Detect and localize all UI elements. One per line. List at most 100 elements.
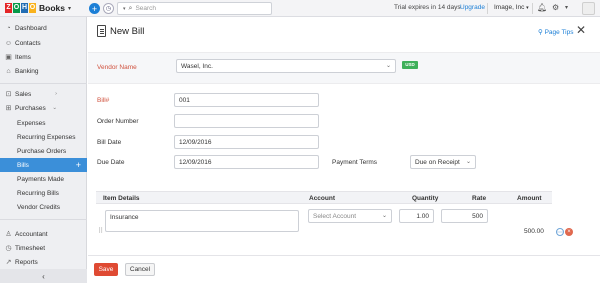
sidebar-item-label: Items [15,53,31,61]
sidebar-item-vendor-credits[interactable]: Vendor Credits [0,200,87,214]
divider [532,3,533,14]
sidebar-item-payments-made[interactable]: Payments Made [0,172,87,186]
item-details-input[interactable]: Insurance [105,210,299,232]
lightbulb-icon: ⚲ [538,29,543,36]
due-date-input[interactable]: 12/09/2016 [174,155,319,169]
chevron-down-icon: ⌄ [381,213,387,219]
logo-letter: O [29,3,36,13]
chevron-down-icon: ⌄ [465,159,471,165]
sidebar-item-items[interactable]: ▣ Items [0,50,87,64]
sidebar-item-accountant[interactable]: ♙ Accountant [0,227,87,241]
sidebar-item-dashboard[interactable]: ◔ Dashboard [0,21,87,35]
bill-document-icon [97,25,106,37]
chevron-down-icon[interactable]: ▾ [123,6,126,12]
cancel-button[interactable]: Cancel [125,263,155,276]
page-tips-link[interactable]: ⚲ Page Tips [538,28,574,36]
sidebar-item-label: Accountant [15,230,48,238]
sidebar-item-banking[interactable]: ⌂ Banking [0,64,87,78]
due-date-label: Due Date [97,159,125,166]
vendor-name-label: Vendor Name [97,64,137,71]
timesheet-icon: ◷ [5,245,12,252]
bill-date-label: Bill Date [97,139,122,146]
sidebar-item-expenses[interactable]: Expenses [0,116,87,130]
drag-handle-icon[interactable]: ⠿ [98,227,103,235]
rate-input[interactable]: 500 [441,209,488,223]
app-logo[interactable]: Z O H O Books ▾ [5,3,71,13]
bill-number-input[interactable]: 001 [174,93,319,107]
sidebar-item-purchase-orders[interactable]: Purchase Orders [0,144,87,158]
account-placeholder: Select Account [313,213,356,220]
accountant-icon: ♙ [5,231,12,238]
search-icon: ⌕ [128,4,133,12]
quantity-input[interactable]: 1.00 [399,209,434,223]
quantity-value: 1.00 [416,213,429,220]
sidebar-item-reports[interactable]: ↗ Reports [0,255,87,269]
sales-icon: ⊡ [5,91,12,98]
sidebar: ◔ Dashboard ☺ Contacts ▣ Items ⌂ Banking ⊡ Sa… [0,17,87,283]
add-icon[interactable]: + [89,3,100,14]
sidebar-item-label: Banking [15,67,39,75]
vendor-name-select[interactable]: Wasel, Inc. ⌄ [176,59,396,73]
save-button[interactable]: Save [94,263,118,276]
sidebar-item-sales[interactable]: ⊡ Sales › [0,87,87,101]
column-header-item-details: Item Details [103,195,140,202]
payment-terms-value: Due on Receipt [415,159,460,166]
form-footer: Save Cancel [88,255,600,283]
logo-letter: H [21,3,28,13]
add-bill-icon[interactable]: + [76,160,81,170]
logo-letter: Z [5,3,12,13]
gear-icon[interactable]: ⚙ [552,3,559,12]
avatar[interactable] [582,2,595,15]
payment-terms-select[interactable]: Due on Receipt ⌄ [410,155,476,169]
divider [0,219,87,220]
order-number-input[interactable] [174,114,319,128]
page-tips-label: Page Tips [544,29,574,36]
payment-terms-label: Payment Terms [332,159,378,166]
bill-date-input[interactable]: 12/09/2016 [174,135,319,149]
chevron-down-icon: ▾ [67,5,71,12]
sidebar-item-label: Timesheet [15,244,46,252]
sidebar-item-label: Bills [17,161,29,169]
notification-bell-icon[interactable]: 🔔︎ [537,3,547,12]
upgrade-link[interactable]: Upgrade [460,4,485,11]
sidebar-item-label: Sales [15,90,32,98]
close-icon[interactable]: ✕ [576,23,586,37]
items-icon: ▣ [5,54,12,61]
logo-letter: O [13,3,20,13]
history-icon[interactable]: ◷ [103,3,114,14]
org-name: Image, Inc [494,4,525,11]
due-date-value: 12/09/2016 [179,159,212,166]
column-header-account: Account [309,195,335,202]
currency-badge: USD [402,61,418,69]
rate-value: 500 [472,213,483,220]
sidebar-item-label: Contacts [15,39,41,47]
reports-icon: ↗ [5,259,12,266]
sidebar-item-contacts[interactable]: ☺ Contacts [0,36,87,50]
page-title: New Bill [110,26,145,37]
column-header-rate: Rate [472,195,487,202]
sidebar-item-label: Payments Made [17,175,64,183]
sidebar-item-bills[interactable]: Bills + [0,158,87,172]
sidebar-item-label: Purchase Orders [17,147,67,155]
sidebar-item-recurring-expenses[interactable]: Recurring Expenses [0,130,87,144]
bill-date-value: 12/09/2016 [179,139,212,146]
sidebar-item-purchases[interactable]: ⊞ Purchases ⌄ [0,101,87,115]
bill-number-label: Bill# [97,97,110,104]
remove-row-icon[interactable]: × [565,228,573,236]
sidebar-item-recurring-bills[interactable]: Recurring Bills [0,186,87,200]
collapse-sidebar-button[interactable]: ‹ [0,269,87,283]
column-header-amount: Amount [517,195,542,202]
bill-number-value: 001 [179,97,190,104]
purchases-icon: ⊞ [5,105,12,112]
org-switcher[interactable]: Image, Inc ▾ [494,4,529,11]
vendor-name-value: Wasel, Inc. [181,63,213,70]
search-input[interactable]: ▾ ⌕ Search [117,2,272,15]
account-select[interactable]: Select Account ⌄ [308,209,392,223]
chevron-down-icon[interactable]: ▾ [565,4,568,11]
banking-icon: ⌂ [6,67,11,75]
row-options-icon[interactable]: ⋯ [556,228,564,236]
sidebar-item-timesheet[interactable]: ◷ Timesheet [0,241,87,255]
vendor-section: Vendor Name Wasel, Inc. ⌄ USD [88,52,600,84]
chevron-down-icon: ⌄ [385,63,391,69]
top-bar: Z O H O Books ▾ + ◷ ▾ ⌕ Search Trial exp… [0,0,600,17]
